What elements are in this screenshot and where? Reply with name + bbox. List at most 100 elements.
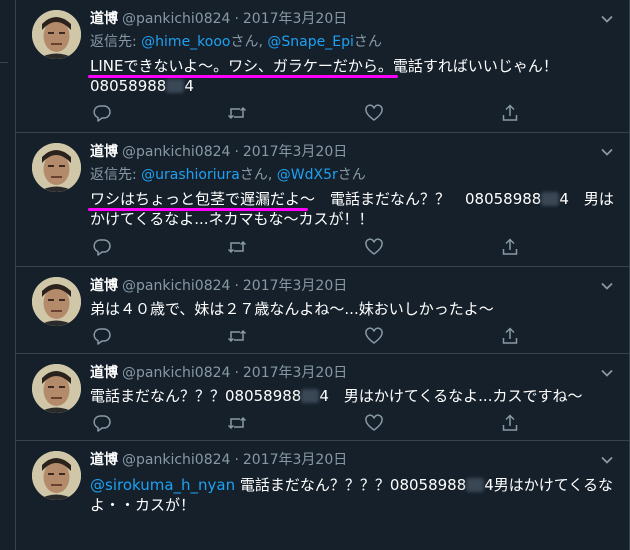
tweet-header: 道博 @pankichi0824 · 2017年3月20日 — [90, 363, 347, 383]
tweet-text: 弟は４０歳で、妹は２７歳なんよね～...妹おいしかったよ～ — [90, 299, 610, 319]
redaction-blur — [166, 79, 185, 93]
user-handle[interactable]: @pankichi0824 — [122, 11, 230, 27]
tweet-actions — [90, 326, 518, 346]
mention-link[interactable]: @sirokuma_h_nyan — [90, 476, 235, 494]
reply-mid: さん, — [230, 34, 268, 50]
tweet-actions — [90, 413, 518, 433]
avatar-photo — [32, 364, 81, 413]
reply-icon[interactable] — [92, 326, 112, 346]
retweet-icon[interactable] — [227, 413, 247, 433]
phone-number-part: 4 — [184, 77, 194, 95]
chevron-down-icon[interactable] — [599, 144, 615, 160]
tweet-actions — [90, 237, 518, 257]
tweet-text: @sirokuma_h_nyan 電話まだなん？？？？08058988 4男はかけ… — [90, 475, 614, 515]
reply-prefix: 返信先: — [90, 34, 142, 50]
display-name[interactable]: 道博 — [90, 452, 118, 468]
reply-mention-link[interactable]: @urashioriura — [141, 167, 240, 183]
avatar[interactable] — [32, 364, 81, 413]
avatar-photo — [32, 143, 81, 192]
reply-mention-link[interactable]: @Snape_Epi — [267, 34, 353, 50]
tweet-text-line: 弟は４０歳で、妹は２７歳なんよね～...妹おいしかったよ～ — [90, 300, 494, 318]
timeline: 道博 @pankichi0824 · 2017年3月20日 返信先: @hime_ko… — [16, 0, 629, 550]
tweet-text-part: 電話まだなん？？？08058988 — [90, 387, 302, 405]
tweet-text-line: @sirokuma_h_nyan 電話まだなん？？？？08058988 4男はかけ… — [90, 475, 614, 495]
avatar-photo — [32, 451, 81, 500]
separator: · — [234, 144, 239, 160]
highlight-underline — [88, 75, 398, 78]
reply-icon[interactable] — [92, 237, 112, 257]
avatar[interactable] — [32, 277, 81, 326]
chevron-down-icon[interactable] — [599, 278, 615, 294]
tweet-text-line: ワシはちょっと包茎で遅漏だよ～ 電話まだなん？？ 08058988 4 男は — [90, 189, 614, 209]
tweet[interactable]: 道博 @pankichi0824 · 2017年3月20日 弟は４０歳で、妹は２７歳な… — [16, 267, 629, 354]
tweet-text-line: よ・・カスが！ — [90, 496, 196, 514]
tweet-text-part: 4 男は — [559, 190, 614, 208]
reply-icon[interactable] — [92, 103, 112, 123]
tweet-text-part: 電話まだなん？？？？08058988 — [235, 476, 467, 494]
user-handle[interactable]: @pankichi0824 — [122, 452, 230, 468]
tweet-header: 道博 @pankichi0824 · 2017年3月20日 — [90, 276, 347, 296]
tweet-text: 電話まだなん？？？08058988 4 男はかけてくるなよ...カスですね～ — [90, 386, 610, 406]
reply-context: 返信先: @urashioriuraさん, @WdX5rさん — [90, 165, 366, 185]
tweet-text-line: 電話まだなん？？？08058988 4 男はかけてくるなよ...カスですね～ — [90, 386, 610, 406]
avatar[interactable] — [32, 451, 81, 500]
tweet-header: 道博 @pankichi0824 · 2017年3月20日 — [90, 450, 347, 470]
tweet-date[interactable]: 2017年3月20日 — [243, 144, 347, 160]
tweet-date[interactable]: 2017年3月20日 — [243, 11, 347, 27]
tweet-text-line: LINEできないよ～。ワシ、ガラケーだから。電話すればいいじゃん！ — [90, 57, 558, 75]
reply-mention-link[interactable]: @hime_kooo — [141, 34, 230, 50]
display-name[interactable]: 道博 — [90, 144, 118, 160]
separator: · — [234, 11, 239, 27]
retweet-icon[interactable] — [227, 103, 247, 123]
left-gutter — [0, 0, 16, 550]
tweet[interactable]: 道博 @pankichi0824 · 2017年3月20日 返信先: @hime_ko… — [16, 0, 629, 133]
retweet-icon[interactable] — [227, 326, 247, 346]
chevron-down-icon[interactable] — [599, 365, 615, 381]
user-handle[interactable]: @pankichi0824 — [122, 144, 230, 160]
tweet[interactable]: 道博 @pankichi0824 · 2017年3月20日 @sirokuma_h_n… — [16, 441, 629, 550]
avatar-photo — [32, 10, 81, 59]
reply-suffix: さん — [353, 34, 382, 50]
heart-icon[interactable] — [364, 326, 384, 346]
heart-icon[interactable] — [364, 103, 384, 123]
highlight-underline — [88, 208, 308, 211]
share-icon[interactable] — [500, 103, 520, 123]
reply-icon[interactable] — [92, 413, 112, 433]
reply-mention-link[interactable]: @WdX5r — [277, 167, 338, 183]
avatar[interactable] — [32, 10, 81, 59]
tweet-text-part: 4 男はかけてくるなよ...カスですね～ — [319, 387, 583, 405]
separator: · — [234, 365, 239, 381]
heart-icon[interactable] — [364, 237, 384, 257]
redaction-blur — [301, 389, 320, 403]
share-icon[interactable] — [500, 237, 520, 257]
user-handle[interactable]: @pankichi0824 — [122, 278, 230, 294]
chevron-down-icon[interactable] — [599, 11, 615, 27]
display-name[interactable]: 道博 — [90, 11, 118, 27]
reply-suffix: さん — [337, 167, 366, 183]
tweet-header: 道博 @pankichi0824 · 2017年3月20日 — [90, 9, 347, 29]
avatar[interactable] — [32, 143, 81, 192]
tweet[interactable]: 道博 @pankichi0824 · 2017年3月20日 返信先: @urashio… — [16, 133, 629, 267]
share-icon[interactable] — [500, 413, 520, 433]
divider-stub — [0, 62, 8, 63]
tweet-actions — [90, 103, 518, 123]
display-name[interactable]: 道博 — [90, 365, 118, 381]
chevron-down-icon[interactable] — [599, 452, 615, 468]
tweet-text-part: ワシはちょっと包茎で遅漏だよ～ 電話まだなん？？ 08058988 — [90, 190, 542, 208]
redaction-blur — [541, 192, 560, 206]
avatar-photo — [32, 277, 81, 326]
reply-mid: さん, — [239, 167, 277, 183]
redaction-blur — [466, 478, 485, 492]
user-handle[interactable]: @pankichi0824 — [122, 365, 230, 381]
display-name[interactable]: 道博 — [90, 278, 118, 294]
tweet-date[interactable]: 2017年3月20日 — [243, 452, 347, 468]
separator: · — [234, 278, 239, 294]
share-icon[interactable] — [500, 326, 520, 346]
heart-icon[interactable] — [364, 413, 384, 433]
retweet-icon[interactable] — [227, 237, 247, 257]
tweet-date[interactable]: 2017年3月20日 — [243, 278, 347, 294]
tweet-text-part: 4男はかけてくるな — [484, 476, 614, 494]
separator: · — [234, 452, 239, 468]
tweet-date[interactable]: 2017年3月20日 — [243, 365, 347, 381]
tweet[interactable]: 道博 @pankichi0824 · 2017年3月20日 電話まだなん？？？0805… — [16, 354, 629, 441]
